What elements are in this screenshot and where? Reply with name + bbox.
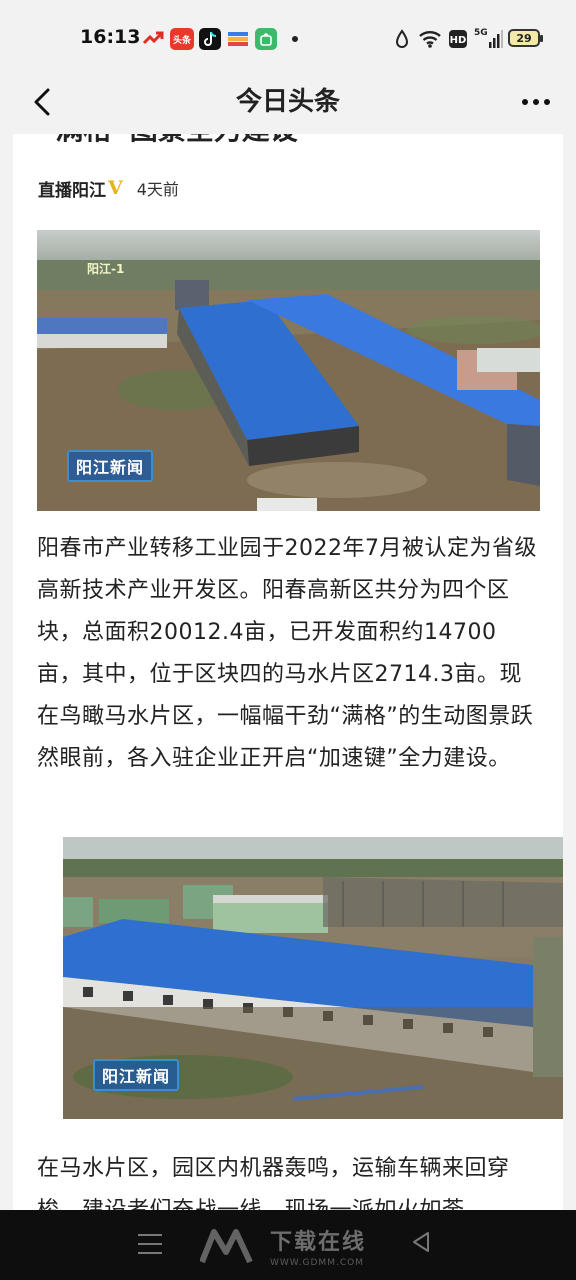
signal-icon: 5G bbox=[474, 27, 503, 51]
network-type: 5G bbox=[474, 28, 488, 38]
back-triangle-icon bbox=[413, 1232, 429, 1252]
system-nav-bar: 下载在线 WWW.GDMM.COM bbox=[0, 1210, 576, 1280]
article-paragraph-2: 在马水片区，园区内机器轰鸣，运输车辆来回穿梭，建设者们奋战一线，现场一派如火如荼 bbox=[37, 1156, 510, 1210]
news-overlay-label: 阳江新闻 bbox=[67, 450, 154, 482]
news-overlay-label: 阳江新闻 bbox=[93, 1059, 180, 1091]
article-card[interactable]: “满格”图景全力建设 直播阳江 V 4天前 bbox=[13, 134, 563, 1210]
battery-icon: 29 bbox=[508, 29, 543, 47]
watermark: 下载在线 WWW.GDMM.COM bbox=[200, 1224, 366, 1268]
hd-icon: HD bbox=[449, 27, 467, 51]
channel-logo: 阳江-1 bbox=[87, 262, 125, 276]
publish-time: 4天前 bbox=[136, 180, 179, 199]
article-image-1[interactable]: 阳江-1 阳江新闻 bbox=[37, 230, 540, 511]
app-screen: 16:13 头条 HD 5G 29 今日头条 直播阳江 V 4天前 阳江-1 阳… bbox=[0, 0, 576, 1280]
article-meta: 直播阳江 V 4天前 bbox=[38, 176, 179, 201]
article-title: “满格”图景全力建设 bbox=[37, 134, 298, 148]
watermark-logo-icon bbox=[200, 1229, 253, 1264]
system-back-button[interactable] bbox=[410, 1230, 432, 1258]
pinduoduo-icon bbox=[142, 28, 164, 50]
silent-icon bbox=[394, 27, 410, 51]
toutiao-icon: 头条 bbox=[170, 28, 194, 50]
page-title: 今日头条 bbox=[235, 87, 340, 117]
status-time: 16:13 bbox=[80, 26, 141, 48]
more-options-button[interactable] bbox=[514, 82, 558, 122]
article-image-2[interactable]: 阳江新闻 bbox=[63, 837, 563, 1119]
top-bar: 今日头条 bbox=[0, 76, 576, 134]
author-name[interactable]: 直播阳江 bbox=[38, 176, 106, 201]
article-paragraph-1: 阳春市产业转移工业园于2022年7月被认定为省级高新技术产业开发区。阳春高新区共… bbox=[37, 536, 537, 771]
app-store-icon bbox=[255, 28, 277, 50]
recent-apps-button[interactable] bbox=[138, 1234, 162, 1254]
tiktok-icon bbox=[199, 28, 221, 50]
watermark-url: WWW.GDMM.COM bbox=[270, 1258, 364, 1268]
wallet-icon bbox=[227, 28, 249, 50]
wifi-icon bbox=[419, 27, 441, 51]
watermark-text: 下载在线 bbox=[270, 1230, 367, 1255]
battery-level: 29 bbox=[516, 31, 532, 45]
notification-dot-icon bbox=[292, 36, 298, 42]
status-bar: 16:13 头条 HD 5G 29 bbox=[0, 0, 576, 76]
toutiao-label: 头条 bbox=[172, 35, 191, 46]
more-dots-icon bbox=[522, 99, 550, 105]
verified-badge-icon: V bbox=[108, 177, 123, 199]
svg-text:HD: HD bbox=[450, 35, 467, 46]
